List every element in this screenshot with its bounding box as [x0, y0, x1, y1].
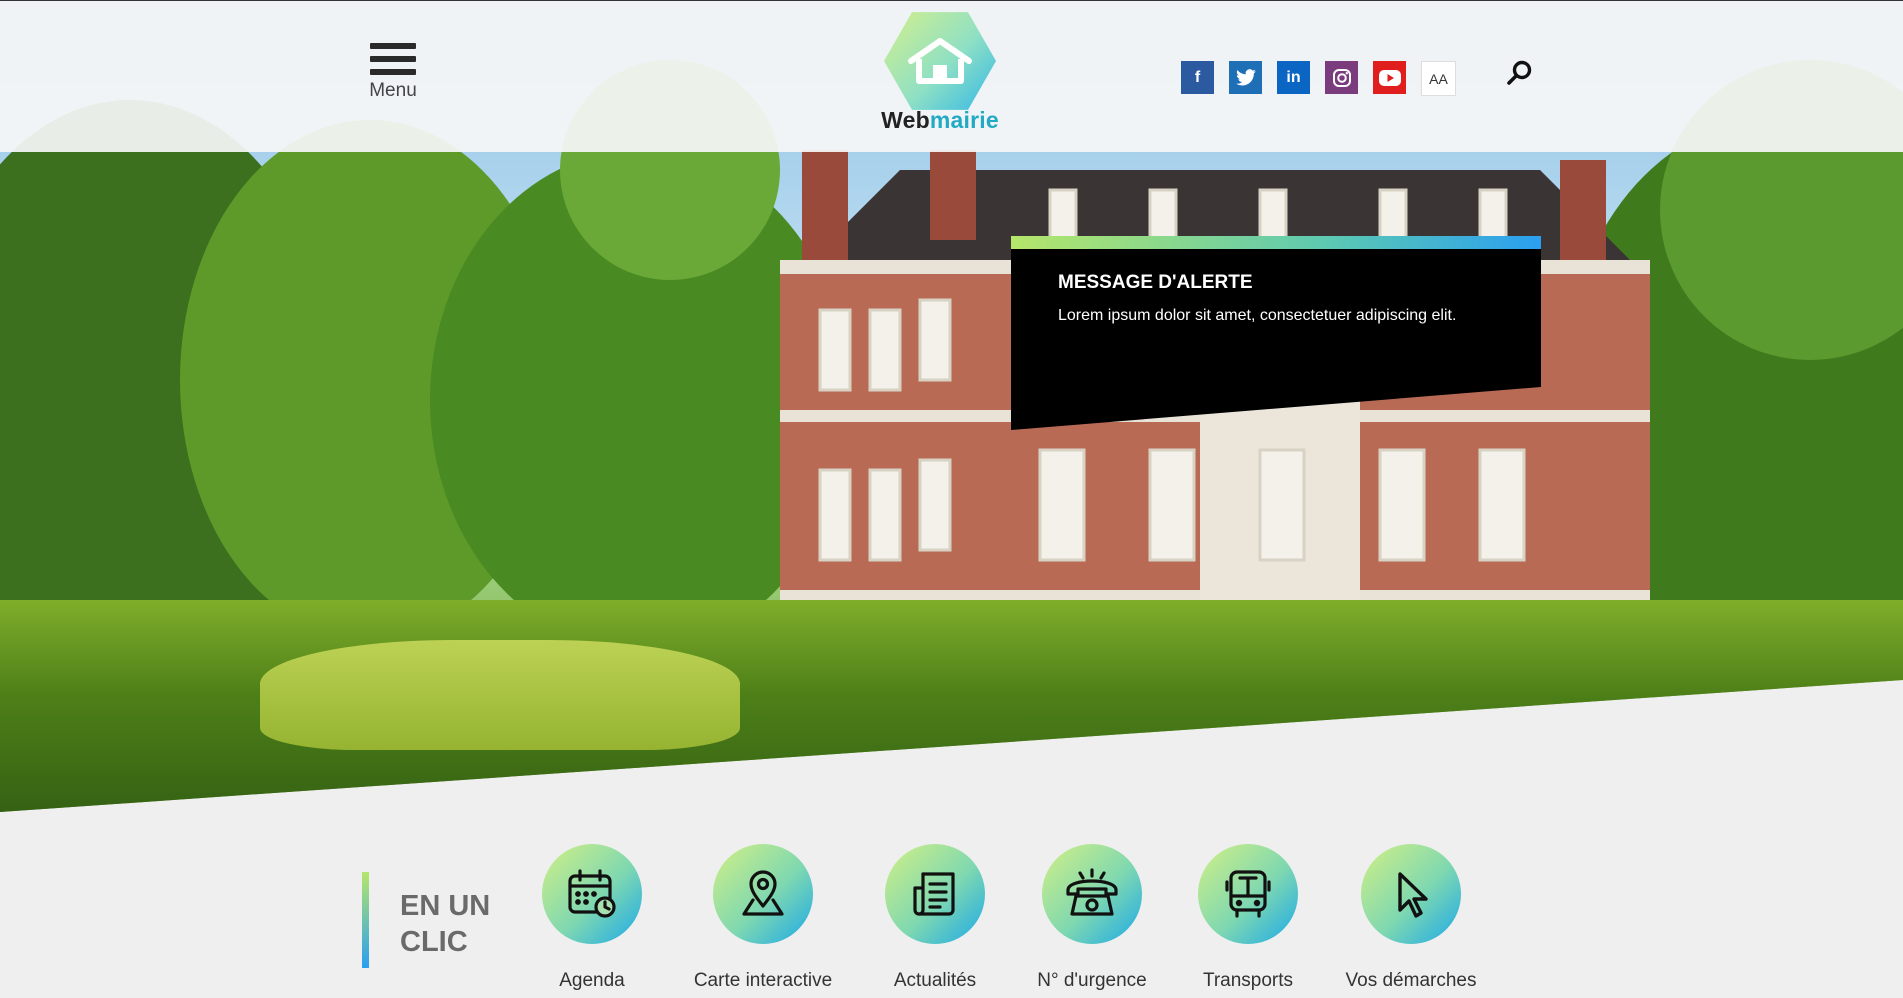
logo-text-accent: mairie — [929, 107, 999, 133]
hamburger-icon — [358, 43, 428, 75]
quick-links-accent-bar — [362, 872, 369, 968]
quick-link-label: Carte interactive — [693, 970, 833, 991]
quick-link-label: Vos démarches — [1345, 970, 1477, 991]
alert-gradient-bar — [1011, 236, 1541, 249]
house-logo-icon — [884, 12, 996, 110]
twitter-icon[interactable] — [1229, 61, 1262, 94]
alert-text: Lorem ipsum dolor sit amet, consectetuer… — [1058, 307, 1457, 324]
linkedin-icon[interactable]: in — [1277, 61, 1310, 94]
site-header: Menu Webmairie f in AA — [0, 0, 1903, 152]
news-icon — [885, 844, 985, 944]
quick-link-label: Transports — [1202, 970, 1294, 991]
quick-link-carte-interactive[interactable]: Carte interactive — [688, 844, 838, 992]
youtube-icon[interactable] — [1373, 61, 1406, 94]
quick-link-label: N° d'urgence — [1037, 970, 1147, 991]
quick-link-actualites[interactable]: Actualités — [860, 844, 1010, 992]
quick-link-label: Actualités — [893, 970, 977, 991]
text-size-icon[interactable]: AA — [1421, 61, 1456, 96]
phone-icon — [1042, 844, 1142, 944]
logo-text-bold: Web — [881, 107, 930, 133]
instagram-icon[interactable] — [1325, 61, 1358, 94]
quick-link-label: Agenda — [559, 970, 625, 991]
menu-button[interactable]: Menu — [358, 43, 428, 102]
quick-link-agenda[interactable]: Agenda — [517, 844, 667, 992]
quick-link-urgence[interactable]: N° d'urgence — [1017, 844, 1167, 992]
cursor-icon — [1361, 844, 1461, 944]
social-links: f in AA — [1181, 61, 1456, 96]
facebook-icon[interactable]: f — [1181, 61, 1214, 94]
site-logo[interactable]: Webmairie — [878, 9, 1002, 134]
quick-link-demarches[interactable]: Vos démarches — [1336, 844, 1486, 992]
map-pin-icon — [713, 844, 813, 944]
quick-links-title: EN UN CLIC — [400, 890, 491, 958]
calendar-icon — [542, 844, 642, 944]
bus-icon — [1198, 844, 1298, 944]
quick-links-section: EN UN CLIC Agenda Carte interactive Actu… — [0, 812, 1903, 998]
alert-title: MESSAGE D'ALERTE — [1058, 272, 1253, 293]
quick-link-transports[interactable]: Transports — [1173, 844, 1323, 992]
menu-label: Menu — [369, 80, 417, 101]
search-icon[interactable] — [1506, 59, 1534, 87]
